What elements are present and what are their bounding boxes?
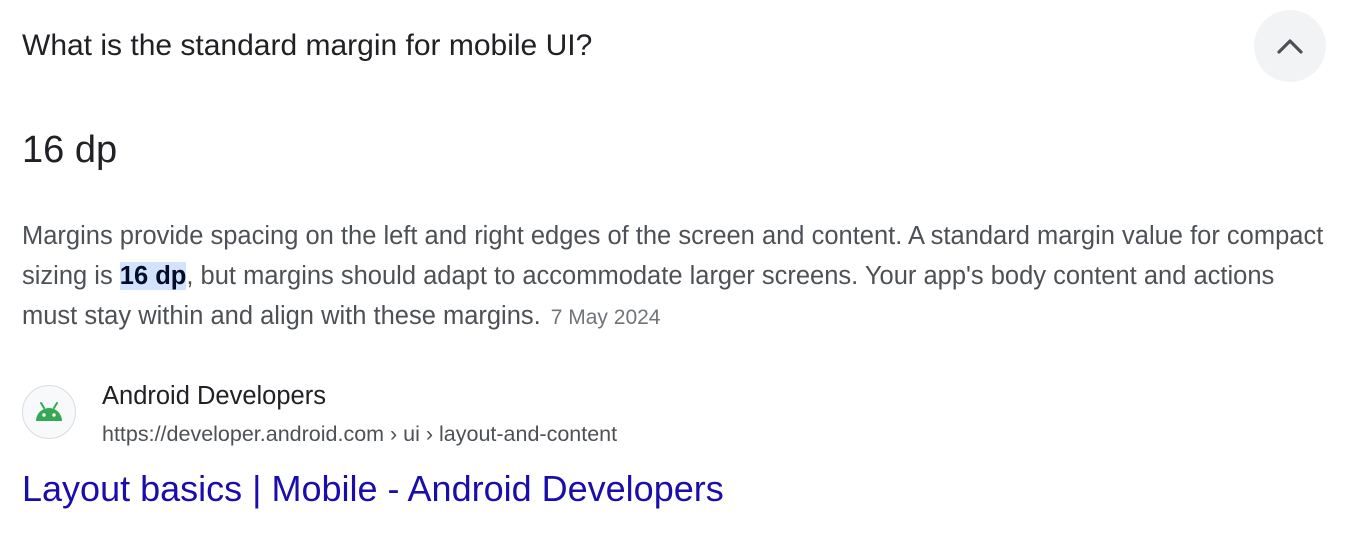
question-heading[interactable]: What is the standard margin for mobile U…: [22, 27, 592, 65]
android-icon: [36, 402, 62, 421]
collapse-button[interactable]: [1254, 10, 1326, 82]
snippet-date: 7 May 2024: [550, 306, 661, 329]
result-title-link[interactable]: Layout basics | Mobile - Android Develop…: [22, 467, 724, 511]
answer-snippet: Margins provide spacing on the left and …: [22, 216, 1332, 338]
chevron-up-icon: [1277, 39, 1303, 54]
snippet-highlight: 16 dp: [119, 262, 187, 290]
source-name[interactable]: Android Developers: [102, 380, 326, 412]
source-favicon[interactable]: [22, 385, 76, 439]
featured-answer: 16 dp: [22, 129, 118, 171]
source-url[interactable]: https://developer.android.com › ui › lay…: [102, 420, 617, 448]
